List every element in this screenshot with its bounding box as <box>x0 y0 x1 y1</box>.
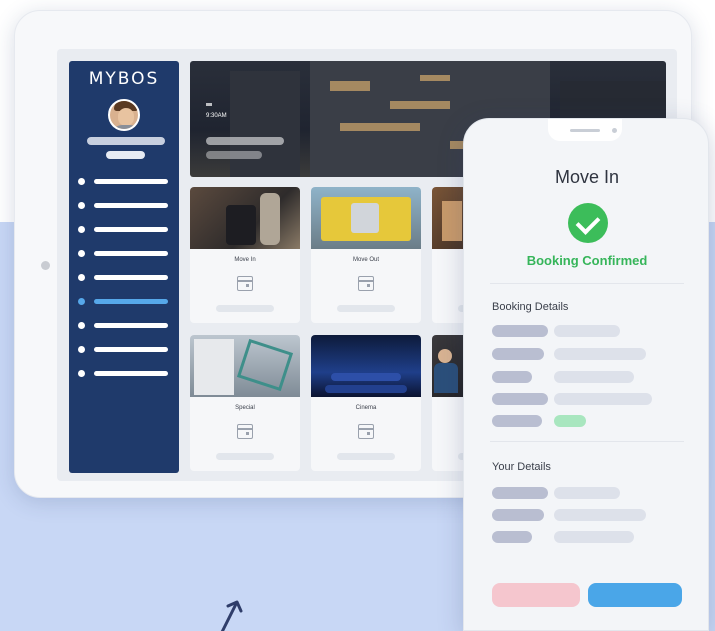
movers-photo <box>190 187 300 249</box>
sidebar-item-label <box>94 251 168 256</box>
booking-status: Booking Confirmed <box>526 253 648 268</box>
status-badge <box>554 415 586 427</box>
sidebar-item-label <box>94 299 168 304</box>
service-card[interactable]: Move In <box>190 187 300 323</box>
cancel-button[interactable] <box>492 583 580 607</box>
sidebar-item-label <box>94 203 168 208</box>
hero-title-placeholder <box>206 137 284 145</box>
user-name-placeholder <box>87 137 165 145</box>
service-card[interactable]: Move Out <box>311 187 421 323</box>
sidebar-item[interactable] <box>78 243 170 267</box>
sidebar-item-label <box>94 371 168 376</box>
hero-time: 9:30AM <box>206 113 227 119</box>
sidebar: MYBOS <box>69 61 179 473</box>
sidebar-nav <box>78 171 170 387</box>
sidebar-item[interactable] <box>78 195 170 219</box>
sidebar-item-active[interactable] <box>78 291 170 315</box>
sidebar-item[interactable] <box>78 363 170 387</box>
sidebar-item-label <box>94 347 168 352</box>
sidebar-item[interactable] <box>78 315 170 339</box>
card-action-placeholder <box>216 453 274 460</box>
calendar-icon <box>237 424 253 439</box>
sidebar-item-label <box>94 275 168 280</box>
bullet-icon <box>78 226 85 233</box>
bullet-icon <box>78 178 85 185</box>
sidebar-item[interactable] <box>78 219 170 243</box>
card-label: Cinema <box>355 405 377 411</box>
bullet-icon <box>78 298 85 305</box>
service-card[interactable]: Cinema <box>311 335 421 471</box>
card-action-placeholder <box>337 453 395 460</box>
bullet-icon <box>78 250 85 257</box>
calendar-icon <box>358 424 374 439</box>
calendar-icon <box>358 276 374 291</box>
card-label: Move In <box>234 257 256 263</box>
page-title: Move In <box>554 167 620 187</box>
sidebar-item-label <box>94 227 168 232</box>
brand-logo: MYBOS <box>88 69 160 89</box>
sidebar-item[interactable] <box>78 267 170 291</box>
calendar-icon <box>237 276 253 291</box>
phone-device: Move In Booking Confirmed Booking Detail… <box>463 118 709 631</box>
booking-details-heading: Booking Details <box>492 301 569 313</box>
card-label: Move Out <box>352 257 379 263</box>
hero-indicator <box>206 103 212 106</box>
cinema-photo <box>311 335 421 397</box>
card-action-placeholder <box>337 305 395 312</box>
divider <box>490 441 684 442</box>
user-role-placeholder <box>106 151 145 159</box>
bullet-icon <box>78 346 85 353</box>
confirm-button[interactable] <box>588 583 682 607</box>
card-label: Special <box>235 405 255 411</box>
card-action-placeholder <box>216 305 274 312</box>
service-card[interactable]: Special <box>190 335 300 471</box>
arrow-up-right-icon <box>220 600 243 631</box>
speaker-icon <box>570 129 600 132</box>
your-details-heading: Your Details <box>492 461 551 473</box>
avatar[interactable] <box>108 99 140 131</box>
sidebar-item[interactable] <box>78 171 170 195</box>
camera-icon <box>612 128 617 133</box>
tablet-camera <box>41 261 50 270</box>
sidebar-item-label <box>94 323 168 328</box>
truck-photo <box>311 187 421 249</box>
bullet-icon <box>78 322 85 329</box>
hero-subtitle-placeholder <box>206 151 262 159</box>
sidebar-item[interactable] <box>78 339 170 363</box>
delivery-photo <box>190 335 300 397</box>
bullet-icon <box>78 202 85 209</box>
sidebar-item-label <box>94 179 168 184</box>
bullet-icon <box>78 370 85 377</box>
bullet-icon <box>78 274 85 281</box>
check-circle-icon <box>568 203 608 243</box>
divider <box>490 283 684 284</box>
